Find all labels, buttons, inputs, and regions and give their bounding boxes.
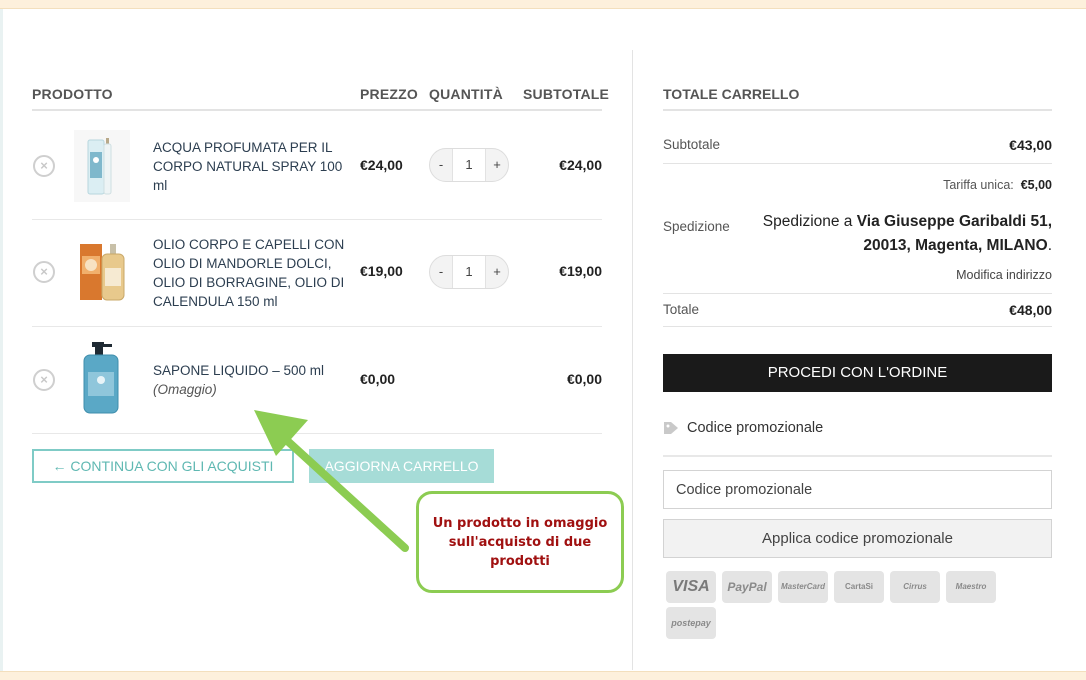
annotation-callout: Un prodotto in omaggio sull'acquisto di …	[416, 491, 624, 593]
